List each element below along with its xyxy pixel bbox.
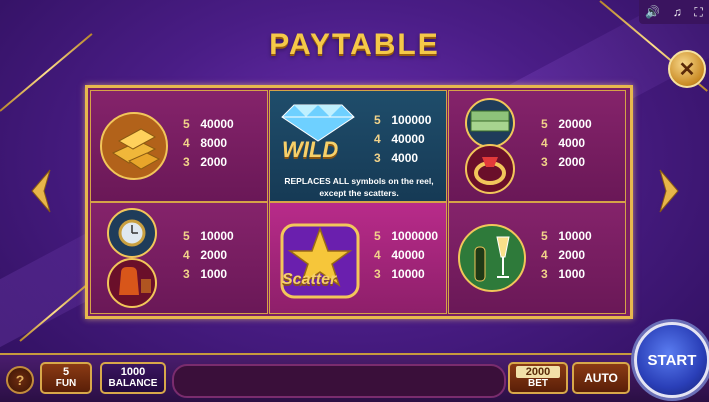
fun-button[interactable]: 5 FUN <box>40 362 92 394</box>
balance-display: 1000 BALANCE <box>100 362 166 394</box>
auto-button[interactable]: AUTO <box>572 362 630 394</box>
page-title: PAYTABLE <box>269 28 440 61</box>
symbol-cell-gold: 5 40000 4 8000 3 2000 <box>90 90 268 202</box>
champagne-icon <box>458 224 526 292</box>
message-bar <box>172 364 506 398</box>
fullscreen-icon[interactable]: ⛶ <box>694 5 702 20</box>
speaker-icon[interactable]: 🔊 <box>645 5 660 19</box>
pay-list: 5 1000000 4 40000 3 10000 <box>374 229 439 281</box>
help-button[interactable]: ? <box>6 366 34 394</box>
next-page-arrow-icon[interactable] <box>656 168 682 214</box>
watch-cognac-icon <box>107 208 157 308</box>
pay-list: 5 40000 4 8000 3 2000 <box>183 117 234 169</box>
gold-bars-icon <box>100 112 168 180</box>
pay-list: 5 20000 4 4000 3 2000 <box>541 117 592 169</box>
scatter-label: Scatter <box>282 271 337 288</box>
prev-page-arrow-icon[interactable] <box>28 168 54 214</box>
wild-label: WILD <box>282 137 339 162</box>
symbol-cell-money-ring: 5 20000 4 4000 3 2000 <box>448 90 626 202</box>
money-ring-icon <box>465 98 515 194</box>
pay-list: 5 100000 4 40000 3 4000 <box>374 113 432 165</box>
wild-description: REPLACES ALL symbols on the reel, except… <box>284 176 434 198</box>
pay-list: 5 10000 4 2000 3 1000 <box>183 229 234 281</box>
pay-list: 5 10000 4 2000 3 1000 <box>541 229 592 281</box>
symbol-cell-scatter: Scatter 5 1000000 4 40000 3 10000 <box>269 202 447 314</box>
symbol-cell-watch-cognac: 5 10000 4 2000 3 1000 <box>90 202 268 314</box>
symbol-cell-champagne: 5 10000 4 2000 3 1000 <box>448 202 626 314</box>
symbol-cell-wild: WILD 5 100000 4 40000 3 4000 REPLACES AL… <box>269 90 447 202</box>
bet-button[interactable]: 2000 BET <box>508 362 568 394</box>
top-controls: 🔊 ♫ ⛶ <box>639 0 709 24</box>
music-icon[interactable]: ♫ <box>673 5 682 19</box>
start-button[interactable]: START <box>634 322 709 398</box>
paytable-panel: 5 40000 4 8000 3 2000 WILD 5 100000 4 40… <box>85 85 633 319</box>
